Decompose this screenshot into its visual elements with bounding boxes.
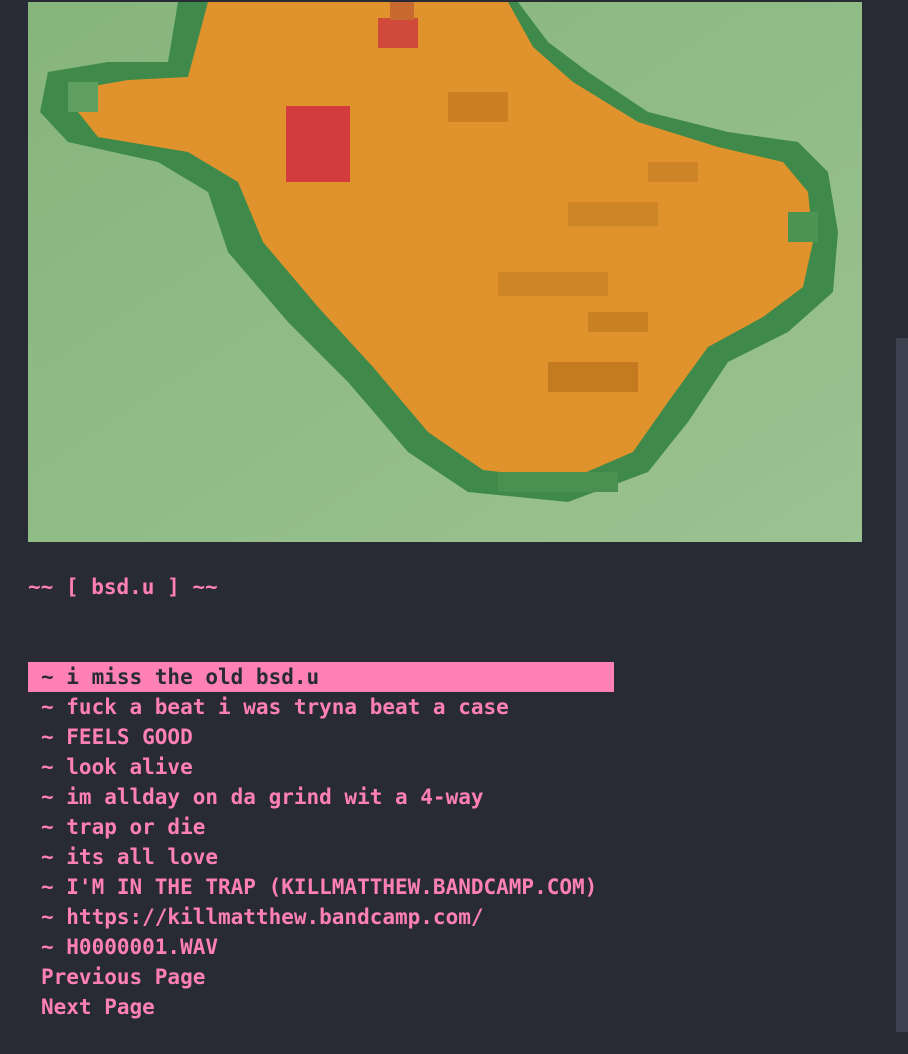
- list-item[interactable]: ~ fuck a beat i was tryna beat a case: [28, 692, 614, 722]
- list-item[interactable]: ~ trap or die: [28, 812, 614, 842]
- list-item[interactable]: ~ i miss the old bsd.u: [28, 662, 614, 692]
- list-item[interactable]: ~ H0000001.WAV: [28, 932, 614, 962]
- banner-image: [28, 2, 862, 542]
- list-item[interactable]: ~ FEELS GOOD: [28, 722, 614, 752]
- list-item[interactable]: ~ its all love: [28, 842, 614, 872]
- list-item[interactable]: ~ im allday on da grind wit a 4-way: [28, 782, 614, 812]
- previous-page-link[interactable]: Previous Page: [28, 962, 614, 992]
- list-item[interactable]: ~ look alive: [28, 752, 614, 782]
- next-page-link[interactable]: Next Page: [28, 992, 614, 1022]
- banner-artwork: [28, 2, 862, 542]
- scrollbar-thumb[interactable]: [896, 338, 908, 1032]
- list-item[interactable]: ~ https://killmatthew.bandcamp.com/: [28, 902, 614, 932]
- site-title: ~~ [ bsd.u ] ~~: [28, 575, 218, 599]
- list-item[interactable]: ~ I'M IN THE TRAP (KILLMATTHEW.BANDCAMP.…: [28, 872, 614, 902]
- post-list: ~ i miss the old bsd.u ~ fuck a beat i w…: [28, 662, 614, 1022]
